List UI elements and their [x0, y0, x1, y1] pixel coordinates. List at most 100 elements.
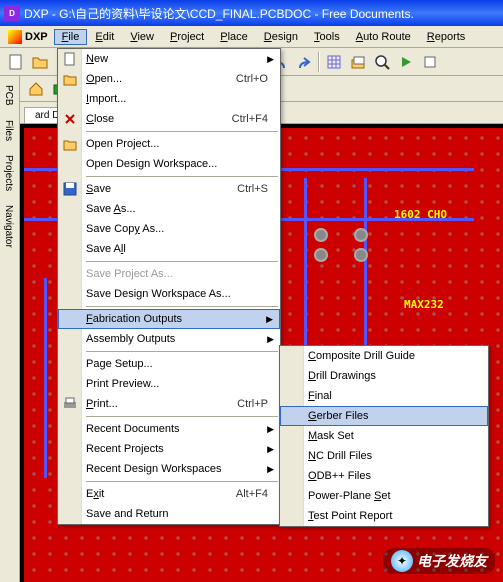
- menu-item-open[interactable]: Open... Ctrl+O: [58, 69, 280, 89]
- window-title: DXP - G:\自己的资料\毕设论文\CCD_FINAL.PCBDOC - F…: [24, 5, 414, 22]
- menu-separator: [86, 351, 278, 352]
- tool-layer[interactable]: [347, 51, 369, 73]
- menu-item-close[interactable]: CloseCtrl+F4: [58, 109, 280, 129]
- menu-reports[interactable]: Reports: [419, 29, 474, 45]
- menu-item-page-setup[interactable]: Page Setup...: [58, 354, 280, 374]
- menu-separator: [86, 131, 278, 132]
- menu-separator: [86, 261, 278, 262]
- menu-item-recent-design-workspaces[interactable]: Recent Design Workspaces▶: [58, 459, 280, 479]
- pcb-pad: [314, 248, 328, 262]
- menu-edit[interactable]: Edit: [87, 29, 122, 45]
- fabrication-submenu: Composite Drill Guide Drill Drawings Final…: [279, 345, 489, 527]
- tool-play[interactable]: [395, 51, 417, 73]
- watermark: ✦ 电子发烧友: [383, 548, 495, 574]
- menu-item-label: Test Point Report: [308, 510, 392, 522]
- menu-shortcut: Ctrl+F4: [232, 113, 276, 125]
- left-sidebar: PCB Files Projects Navigator: [0, 76, 20, 582]
- sidebar-tab-projects[interactable]: Projects: [0, 148, 19, 198]
- tool-open[interactable]: [29, 51, 51, 73]
- menu-item-exit[interactable]: Exit Alt+F4: [58, 484, 280, 504]
- menu-view[interactable]: View: [122, 29, 162, 45]
- menu-item-print[interactable]: Print...Ctrl+P: [58, 394, 280, 414]
- app-icon: D: [4, 5, 20, 21]
- menu-item-nc-drill-files[interactable]: NC Drill Files: [280, 446, 488, 466]
- menu-item-label: Save All: [86, 243, 126, 255]
- menu-item-label: Save and Return: [86, 508, 169, 520]
- menu-item-fabrication-outputs[interactable]: Fabrication Outputs ▶: [58, 309, 280, 329]
- menu-item-recent-documents[interactable]: Recent Documents▶: [58, 419, 280, 439]
- menu-item-open-project[interactable]: Open Project...: [58, 134, 280, 154]
- open-icon: [62, 71, 78, 87]
- menu-item-save[interactable]: Save Ctrl+S: [58, 179, 280, 199]
- menu-shortcut: Ctrl+P: [237, 398, 276, 410]
- menu-item-label: ODB++ Files: [308, 470, 371, 482]
- menu-autoroute[interactable]: Auto Route: [348, 29, 419, 45]
- menu-item-drill-drawings[interactable]: Drill Drawings: [280, 366, 488, 386]
- menu-item-label: NC Drill Files: [308, 450, 372, 462]
- menu-project[interactable]: Project: [162, 29, 212, 45]
- menu-tools[interactable]: Tools: [306, 29, 348, 45]
- menu-item-assembly-outputs[interactable]: Assembly Outputs▶: [58, 329, 280, 349]
- menu-item-label: Fabrication Outputs: [86, 313, 182, 325]
- submenu-arrow-icon: ▶: [266, 314, 273, 325]
- menu-item-open-design-workspace[interactable]: Open Design Workspace...: [58, 154, 280, 174]
- menu-shortcut: Ctrl+S: [237, 183, 276, 195]
- tool-grid[interactable]: [323, 51, 345, 73]
- menu-item-save-copy-as[interactable]: Save Copy As...: [58, 219, 280, 239]
- menu-item-mask-set[interactable]: Mask Set: [280, 426, 488, 446]
- window-titlebar: D DXP - G:\自己的资料\毕设论文\CCD_FINAL.PCBDOC -…: [0, 0, 503, 26]
- menu-item-label: Page Setup...: [86, 358, 153, 370]
- print-icon: [62, 396, 78, 412]
- menu-file[interactable]: File: [54, 29, 88, 45]
- menu-item-label: Exit: [86, 488, 104, 500]
- menu-item-gerber-files[interactable]: Gerber Files: [280, 406, 488, 426]
- menu-shortcut: Ctrl+O: [236, 73, 276, 85]
- menu-item-save-project-as[interactable]: Save Project As...: [58, 264, 280, 284]
- menu-item-label: Print Preview...: [86, 378, 159, 390]
- toolbar-separator: [318, 52, 320, 72]
- menu-item-label: Save: [86, 183, 111, 195]
- submenu-arrow-icon: ▶: [267, 424, 274, 435]
- save-icon: [62, 181, 78, 197]
- sidebar-tab-pcb[interactable]: PCB: [0, 78, 19, 113]
- pcb-label: 1602 CHO: [394, 208, 447, 221]
- menu-item-label: Open...: [86, 73, 122, 85]
- menu-item-save-as[interactable]: Save As...: [58, 199, 280, 219]
- menu-item-test-point-report[interactable]: Test Point Report: [280, 506, 488, 526]
- menu-item-label: Open Design Workspace...: [86, 158, 217, 170]
- tool-redo[interactable]: [293, 51, 315, 73]
- menu-shortcut: Alt+F4: [236, 488, 276, 500]
- menu-separator: [86, 481, 278, 482]
- menu-item-save-and-return[interactable]: Save and Return: [58, 504, 280, 524]
- menu-item-new[interactable]: New▶: [58, 49, 280, 69]
- menu-item-label: Drill Drawings: [308, 370, 376, 382]
- submenu-arrow-icon: ▶: [267, 54, 274, 65]
- menu-item-import[interactable]: Import...: [58, 89, 280, 109]
- menu-item-power-plane-set[interactable]: Power-Plane Set: [280, 486, 488, 506]
- sidebar-tab-navigator[interactable]: Navigator: [0, 198, 19, 255]
- menu-separator: [86, 176, 278, 177]
- sidebar-tab-files[interactable]: Files: [0, 113, 19, 148]
- menu-item-label: Open Project...: [86, 138, 159, 150]
- menu-item-label: Recent Design Workspaces: [86, 463, 222, 475]
- menu-item-label: Import...: [86, 93, 126, 105]
- menu-place[interactable]: Place: [212, 29, 256, 45]
- menu-item-final[interactable]: Final: [280, 386, 488, 406]
- watermark-icon: ✦: [391, 550, 413, 572]
- menu-item-recent-projects[interactable]: Recent Projects▶: [58, 439, 280, 459]
- menu-item-odb-files[interactable]: ODB++ Files: [280, 466, 488, 486]
- tool-zoom[interactable]: [371, 51, 393, 73]
- menu-item-composite-drill-guide[interactable]: Composite Drill Guide: [280, 346, 488, 366]
- tool-new[interactable]: [5, 51, 27, 73]
- menu-design[interactable]: Design: [256, 29, 306, 45]
- menu-item-print-preview[interactable]: Print Preview...: [58, 374, 280, 394]
- menu-item-save-design-workspace-as[interactable]: Save Design Workspace As...: [58, 284, 280, 304]
- menu-item-save-all[interactable]: Save All: [58, 239, 280, 259]
- tool-misc[interactable]: [419, 51, 441, 73]
- menubar: DXP File Edit View Project Place Design …: [0, 26, 503, 48]
- submenu-arrow-icon: ▶: [267, 334, 274, 345]
- pcb-pad: [354, 228, 368, 242]
- new-icon: [62, 51, 78, 67]
- dxp-menu[interactable]: DXP: [2, 28, 54, 46]
- tool-proj-home[interactable]: [25, 78, 47, 100]
